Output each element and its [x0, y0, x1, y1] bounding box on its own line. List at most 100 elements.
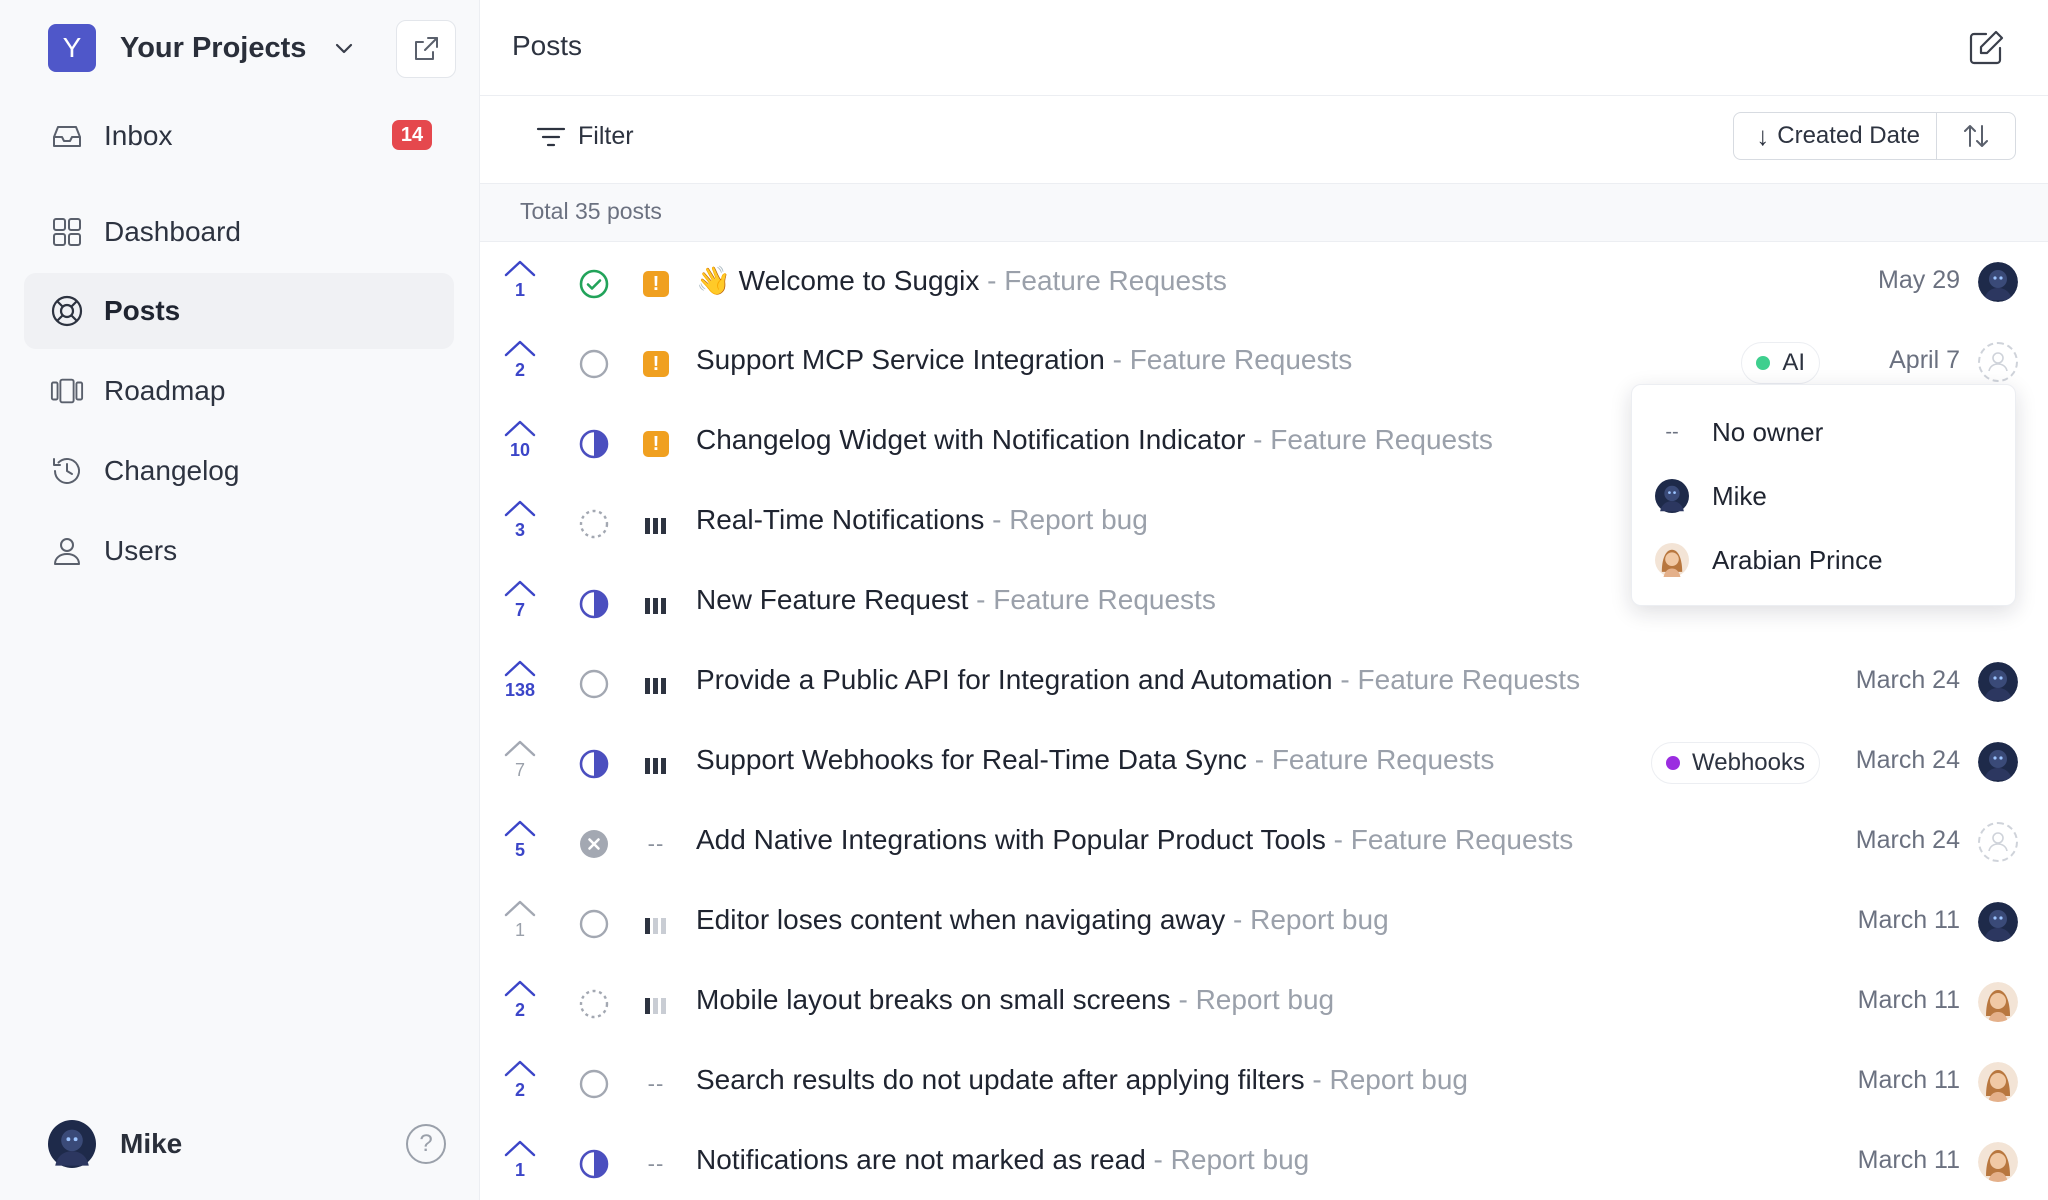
post-title-link[interactable]: Search results do not update after apply…	[696, 1064, 1468, 1096]
priority-selector[interactable]	[640, 748, 672, 780]
sort-field-button[interactable]: ↓ Created Date	[1734, 113, 1937, 159]
priority-selector[interactable]: !	[640, 348, 672, 380]
upvote-button[interactable]: 3	[502, 498, 538, 541]
upvote-button[interactable]: 1	[502, 1138, 538, 1181]
current-user[interactable]: Mike	[48, 1120, 182, 1168]
post-title-link[interactable]: Support Webhooks for Real-Time Data Sync…	[696, 744, 1494, 776]
upvote-button[interactable]: 2	[502, 1058, 538, 1101]
priority-selector[interactable]	[640, 668, 672, 700]
priority-selector[interactable]: --	[640, 1068, 672, 1100]
post-row[interactable]: 2 -- Search results do not update after ap…	[480, 1042, 2048, 1122]
status-closed-icon[interactable]	[578, 828, 610, 860]
priority-selector[interactable]	[640, 988, 672, 1020]
post-title-link[interactable]: Add Native Integrations with Popular Pro…	[696, 824, 1573, 856]
owner-avatar[interactable]	[1978, 902, 2018, 942]
post-row[interactable]: 7 Support Webhooks for Real-Time Data Syn…	[480, 722, 2048, 802]
vote-count: 2	[514, 360, 525, 380]
upvote-button[interactable]: 138	[502, 658, 538, 701]
post-title-link[interactable]: Support MCP Service Integration - Featur…	[696, 344, 1352, 376]
priority-selector[interactable]: --	[640, 828, 672, 860]
upvote-button[interactable]: 1	[502, 898, 538, 941]
owner-avatar[interactable]	[1978, 1142, 2018, 1182]
filter-button[interactable]: Filter	[536, 122, 634, 151]
owner-option-label: Arabian Prince	[1712, 544, 1883, 575]
sidebar-item-posts[interactable]: Posts	[24, 273, 454, 349]
project-switcher[interactable]: Y Your Projects	[48, 24, 356, 72]
post-board: Feature Requests	[1004, 265, 1227, 296]
post-title-link[interactable]: Real-Time Notifications - Report bug	[696, 504, 1148, 536]
roadmap-icon	[50, 374, 84, 408]
owner-avatar[interactable]	[1978, 662, 2018, 702]
page-title: Posts	[512, 30, 583, 61]
post-title-link[interactable]: New Feature Request - Feature Requests	[696, 584, 1216, 616]
status-in-progress-icon[interactable]	[578, 748, 610, 780]
priority-selector[interactable]: --	[640, 1148, 672, 1180]
priority-selector[interactable]	[640, 508, 672, 540]
upvote-button[interactable]: 1	[502, 258, 538, 301]
upvote-button[interactable]: 5	[502, 818, 538, 861]
sidebar-item-inbox[interactable]: Inbox 14	[24, 98, 454, 174]
open-external-button[interactable]	[396, 20, 456, 78]
filter-label: Filter	[578, 122, 634, 150]
owner-avatar[interactable]	[1978, 262, 2018, 302]
owner-option-none[interactable]: -- No owner	[1632, 400, 2017, 464]
owner-avatar[interactable]	[1978, 742, 2018, 782]
chevron-down-icon	[332, 36, 356, 60]
priority-selector[interactable]: !	[640, 428, 672, 460]
post-tag[interactable]: Webhooks	[1651, 742, 1820, 784]
title-separator: -	[1170, 984, 1196, 1015]
sidebar-item-users[interactable]: Users	[24, 513, 454, 589]
vote-count: 10	[509, 440, 531, 460]
help-button[interactable]: ?	[406, 1124, 446, 1164]
new-post-button[interactable]	[1964, 26, 2008, 70]
status-open-icon[interactable]	[578, 668, 610, 700]
vote-count: 3	[514, 520, 525, 540]
post-title-link[interactable]: Editor loses content when navigating awa…	[696, 904, 1389, 936]
post-title-link[interactable]: Changelog Widget with Notification Indic…	[696, 424, 1493, 456]
priority-selector[interactable]: !	[640, 268, 672, 300]
priority-selector[interactable]	[640, 588, 672, 620]
post-row[interactable]: 138 Provide a Public API for Integration …	[480, 642, 2048, 722]
post-row[interactable]: 1! 👋 Welcome to Suggix - Feature Requests…	[480, 242, 2048, 322]
post-row[interactable]: 5 -- Add Native Integrations with Popular …	[480, 802, 2048, 882]
status-in-progress-icon[interactable]	[578, 1148, 610, 1180]
post-title: Support MCP Service Integration	[696, 344, 1105, 375]
upvote-button[interactable]: 10	[502, 418, 538, 461]
vote-count: 1	[514, 920, 525, 940]
post-title-link[interactable]: 👋 Welcome to Suggix - Feature Requests	[696, 264, 1227, 297]
post-title-link[interactable]: Notifications are not marked as read - R…	[696, 1144, 1309, 1176]
post-title-link[interactable]: Mobile layout breaks on small screens - …	[696, 984, 1334, 1016]
sidebar-item-changelog[interactable]: Changelog	[24, 433, 454, 509]
owner-option-arabian-prince[interactable]: Arabian Prince	[1632, 528, 2017, 592]
chevron-up-icon	[504, 660, 536, 677]
post-row[interactable]: 1 -- Notifications are not marked as read …	[480, 1122, 2048, 1200]
chevron-up-icon	[504, 340, 536, 357]
owner-avatar[interactable]	[1978, 982, 2018, 1022]
status-open-icon[interactable]	[578, 348, 610, 380]
post-title-link[interactable]: Provide a Public API for Integration and…	[696, 664, 1580, 696]
upvote-button[interactable]: 7	[502, 578, 538, 621]
sidebar-item-dashboard[interactable]: Dashboard	[24, 194, 454, 270]
sidebar-item-roadmap[interactable]: Roadmap	[24, 353, 454, 429]
status-in-progress-icon[interactable]	[578, 428, 610, 460]
sort-direction-button[interactable]	[1937, 113, 2015, 159]
status-planned-icon[interactable]	[578, 988, 610, 1020]
post-row[interactable]: 1 Editor loses content when navigating aw…	[480, 882, 2048, 962]
owner-avatar[interactable]	[1978, 1062, 2018, 1102]
status-open-icon[interactable]	[578, 1068, 610, 1100]
status-open-icon[interactable]	[578, 908, 610, 940]
post-tag[interactable]: AI	[1741, 342, 1820, 384]
upvote-button[interactable]: 7	[502, 738, 538, 781]
status-in-progress-icon[interactable]	[578, 588, 610, 620]
upvote-button[interactable]: 2	[502, 338, 538, 381]
owner-option-label: No owner	[1712, 416, 1824, 447]
upvote-button[interactable]: 2	[502, 978, 538, 1021]
status-planned-icon[interactable]	[578, 508, 610, 540]
owner-option-mike[interactable]: Mike	[1632, 464, 2017, 528]
assign-owner-button[interactable]	[1978, 342, 2018, 382]
priority-selector[interactable]	[640, 908, 672, 940]
post-date: March 11	[1857, 986, 1960, 1014]
post-row[interactable]: 2 Mobile layout breaks on small screens -…	[480, 962, 2048, 1042]
status-done-icon[interactable]	[578, 268, 610, 300]
assign-owner-button[interactable]	[1978, 822, 2018, 862]
